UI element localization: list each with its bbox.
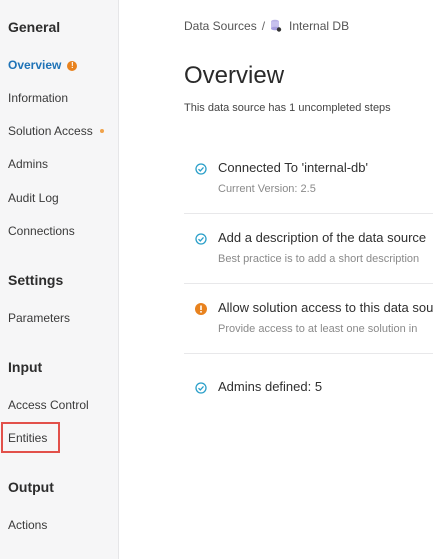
sidebar-item-label: Solution Access — [8, 124, 93, 138]
warning-icon: ! — [67, 61, 78, 71]
step-title: Connected To 'internal-db' — [218, 160, 368, 175]
step-description: Provide access to at least one solution … — [218, 323, 418, 335]
step-title: Add a description of the data source — [218, 230, 427, 245]
step-description: Best practice is to add a short descript… — [218, 253, 420, 265]
sidebar-section-general: General — [8, 19, 61, 35]
sidebar-section-input: Input — [8, 359, 43, 375]
step-item[interactable]: Allow solution access to this data sourc… — [184, 293, 433, 353]
sidebar-item-parameters[interactable]: Parameters — [8, 311, 70, 325]
divider — [184, 213, 433, 214]
check-circle-icon — [195, 162, 207, 180]
status-dot-icon — [99, 129, 104, 133]
step-item[interactable]: Add a description of the data source Bes… — [184, 223, 433, 283]
sidebar-item-information[interactable]: Information — [8, 91, 68, 105]
step-description: Current Version: 2.5 — [218, 183, 316, 195]
check-circle-icon — [195, 381, 207, 399]
check-circle-icon — [195, 232, 207, 250]
sidebar-item-solution-access[interactable]: Solution Access — [8, 124, 104, 138]
warning-circle-icon — [195, 302, 207, 320]
step-item[interactable]: Admins defined: 5 — [184, 373, 433, 403]
sidebar-section-output: Output — [8, 479, 54, 495]
page-subtitle: This data source has 1 uncompleted steps — [184, 102, 391, 114]
sidebar-item-label: Overview — [8, 58, 62, 72]
sidebar-item-overview[interactable]: Overview! — [8, 58, 78, 72]
sidebar-item-access-control[interactable]: Access Control — [8, 398, 89, 412]
sidebar-item-admins[interactable]: Admins — [8, 157, 48, 171]
page-title: Overview — [184, 62, 285, 89]
sidebar-item-audit-log[interactable]: Audit Log — [8, 191, 59, 205]
step-item[interactable]: Connected To 'internal-db' Current Versi… — [184, 153, 433, 213]
sidebar-item-actions[interactable]: Actions — [8, 518, 47, 532]
database-icon — [270, 19, 282, 35]
breadcrumb-root-link[interactable]: Data Sources — [184, 19, 257, 33]
breadcrumb-separator: / — [261, 19, 266, 33]
sidebar-item-connections[interactable]: Connections — [8, 224, 75, 238]
divider — [184, 353, 433, 354]
highlight-box — [1, 422, 60, 453]
breadcrumb: Data Sources / Internal DB — [184, 19, 349, 35]
step-title: Admins defined: 5 — [218, 379, 323, 394]
divider — [184, 283, 433, 284]
sidebar-section-settings: Settings — [8, 272, 64, 288]
sidebar: General Overview! Information Solution A… — [0, 0, 119, 559]
breadcrumb-current: Internal DB — [289, 19, 350, 33]
step-title: Allow solution access to this data sourc… — [218, 300, 433, 315]
